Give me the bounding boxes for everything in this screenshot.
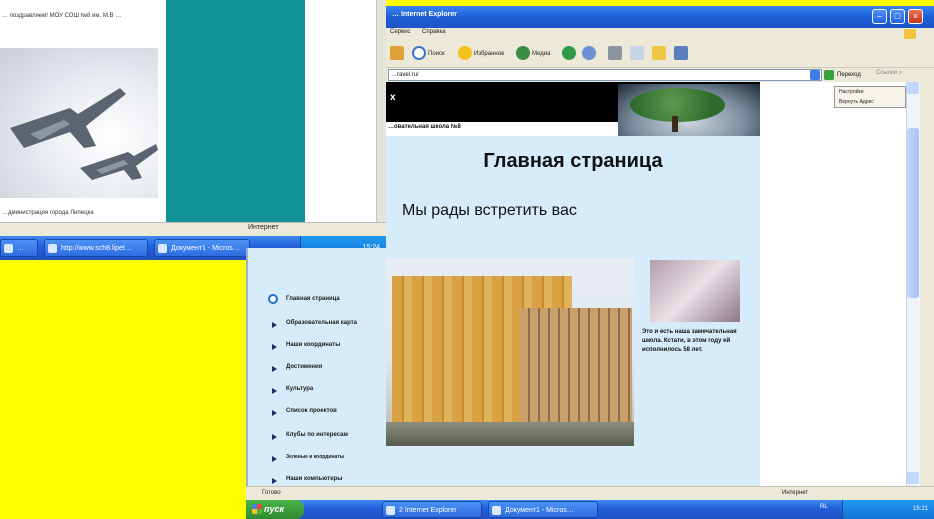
menu-item-green-coordinates[interactable]: Зеленые и координаты bbox=[286, 454, 344, 460]
window-edge bbox=[920, 82, 934, 486]
taskbar: 2 Internet Explorer Документ1 - Micros… … bbox=[246, 500, 934, 519]
language-indicator[interactable]: RL bbox=[820, 504, 828, 510]
fighter-jets-image bbox=[0, 48, 158, 198]
history-icon bbox=[562, 46, 576, 61]
taskbar-button-window-1[interactable]: … bbox=[0, 239, 38, 257]
menu-tools[interactable]: Сервис bbox=[390, 29, 411, 35]
welcome-text: Мы рады встретить вас bbox=[402, 202, 577, 219]
background-status-bar bbox=[0, 222, 386, 236]
folder-button[interactable] bbox=[652, 45, 668, 63]
menu-arrow-icon bbox=[272, 410, 277, 416]
yellow-slide-panel bbox=[0, 260, 246, 519]
menu-arrow-icon bbox=[272, 434, 277, 440]
menu-item-coordinates[interactable]: Наши координаты bbox=[286, 342, 340, 348]
ie-menu-bar: Сервис Справка bbox=[386, 28, 934, 40]
mail-button[interactable] bbox=[582, 45, 598, 63]
menu-item-home[interactable]: Главная страница bbox=[286, 296, 340, 302]
ie-icon bbox=[48, 244, 57, 253]
folder-icon bbox=[652, 46, 666, 61]
menu-arrow-icon bbox=[272, 344, 277, 350]
scrollbar-thumb[interactable] bbox=[907, 128, 919, 298]
background-page-text: … поздравляем! МОУ СОШ №8 им. М.В … bbox=[2, 13, 122, 19]
close-button[interactable]: × bbox=[908, 9, 923, 24]
taskbar-button-word-document[interactable]: Документ1 - Micros… bbox=[154, 239, 250, 257]
menu-help[interactable]: Справка bbox=[422, 29, 446, 35]
search-icon bbox=[412, 46, 426, 61]
messenger-button[interactable] bbox=[674, 45, 690, 63]
settings-popup[interactable]: Настройки Вернуть Адрес bbox=[834, 86, 906, 108]
search-button[interactable]: Поиск bbox=[412, 45, 445, 63]
ie-status-bar: Готово Интернет bbox=[246, 486, 934, 500]
active-menu-bullet-icon bbox=[268, 294, 278, 304]
messenger-icon bbox=[674, 46, 688, 61]
school-ground bbox=[386, 422, 634, 446]
teal-slide-panel bbox=[166, 0, 305, 222]
system-tray-clock: 15:21 bbox=[842, 500, 934, 519]
ie-address-bar: …ravel.ru/ Переход Ссылки » bbox=[386, 68, 934, 82]
chevron-down-icon[interactable] bbox=[810, 70, 820, 80]
home-button[interactable] bbox=[390, 45, 406, 63]
menu-arrow-icon bbox=[272, 478, 277, 484]
ie-icon bbox=[386, 506, 395, 515]
word-icon bbox=[492, 506, 501, 515]
status-text: Готово bbox=[262, 490, 281, 496]
go-button[interactable]: Переход bbox=[824, 69, 861, 81]
jets-illustration bbox=[10, 88, 158, 180]
scroll-down-button[interactable] bbox=[907, 472, 919, 484]
popup-item-settings[interactable]: Настройки bbox=[835, 87, 905, 97]
menu-item-clubs[interactable]: Клубы по интересам bbox=[286, 432, 348, 438]
links-button[interactable]: Ссылки » bbox=[876, 70, 902, 76]
star-icon bbox=[458, 46, 472, 61]
header-mark: x bbox=[390, 92, 396, 103]
word-icon bbox=[158, 244, 167, 253]
internet-zone-label: Интернет bbox=[782, 490, 809, 496]
media-icon bbox=[516, 46, 530, 61]
taskbar-button-browser[interactable]: http://www.sch8.lipet… bbox=[44, 239, 148, 257]
windows-flag-icon bbox=[252, 504, 262, 514]
tree-trunk bbox=[672, 116, 678, 132]
menu-arrow-icon bbox=[272, 456, 277, 462]
media-button[interactable]: Медиа bbox=[516, 45, 550, 63]
internet-zone-label: Интернет bbox=[248, 224, 279, 231]
favorites-button[interactable]: Избранное bbox=[458, 45, 504, 63]
menu-item-culture[interactable]: Культура bbox=[286, 386, 313, 392]
menu-arrow-icon bbox=[272, 366, 277, 372]
menu-item-computers[interactable]: Наши компьютеры bbox=[286, 476, 342, 482]
home-icon bbox=[390, 46, 404, 61]
menu-item-achievements[interactable]: Достижения bbox=[286, 364, 322, 370]
photo-caption: Это и есть наша замечательная школа. Кст… bbox=[642, 329, 737, 353]
address-input[interactable]: …ravel.ru/ bbox=[388, 69, 822, 81]
menu-item-projects[interactable]: Список проектов bbox=[286, 408, 337, 414]
menu-item-education-map[interactable]: Образовательная карта bbox=[286, 320, 357, 326]
classroom-photo bbox=[650, 260, 740, 322]
edit-button[interactable] bbox=[630, 45, 646, 63]
windows-logo-icon bbox=[904, 29, 916, 39]
mail-icon bbox=[582, 46, 596, 61]
window-icon bbox=[4, 244, 13, 253]
school-building-wing bbox=[520, 308, 632, 426]
maximize-button[interactable]: □ bbox=[890, 9, 905, 24]
ie-toolbar: Поиск Избранное Медиа bbox=[386, 40, 934, 68]
scroll-up-button[interactable] bbox=[907, 82, 919, 94]
print-icon bbox=[608, 46, 622, 61]
minimize-button[interactable]: – bbox=[872, 9, 887, 24]
go-arrow-icon bbox=[824, 70, 834, 80]
background-scrollbar[interactable] bbox=[376, 0, 386, 222]
menu-arrow-icon bbox=[272, 322, 277, 328]
taskbar-button-ie-group[interactable]: 2 Internet Explorer bbox=[382, 501, 482, 518]
window-title: … Internet Explorer bbox=[392, 11, 457, 18]
taskbar-button-word-document[interactable]: Документ1 - Micros… bbox=[488, 501, 598, 518]
history-button[interactable] bbox=[562, 45, 578, 63]
menu-arrow-icon bbox=[272, 388, 277, 394]
school-name-label: …овательная школа №8 bbox=[388, 124, 461, 130]
popup-item-return-address[interactable]: Вернуть Адрес bbox=[835, 97, 905, 107]
page-title: Главная страница bbox=[483, 150, 663, 172]
edit-icon bbox=[630, 46, 644, 61]
background-page-footer-text: …дминистрация города Липецка bbox=[2, 210, 94, 216]
print-button[interactable] bbox=[608, 45, 624, 63]
ie-title-bar[interactable]: … Internet Explorer – □ × bbox=[386, 6, 934, 28]
